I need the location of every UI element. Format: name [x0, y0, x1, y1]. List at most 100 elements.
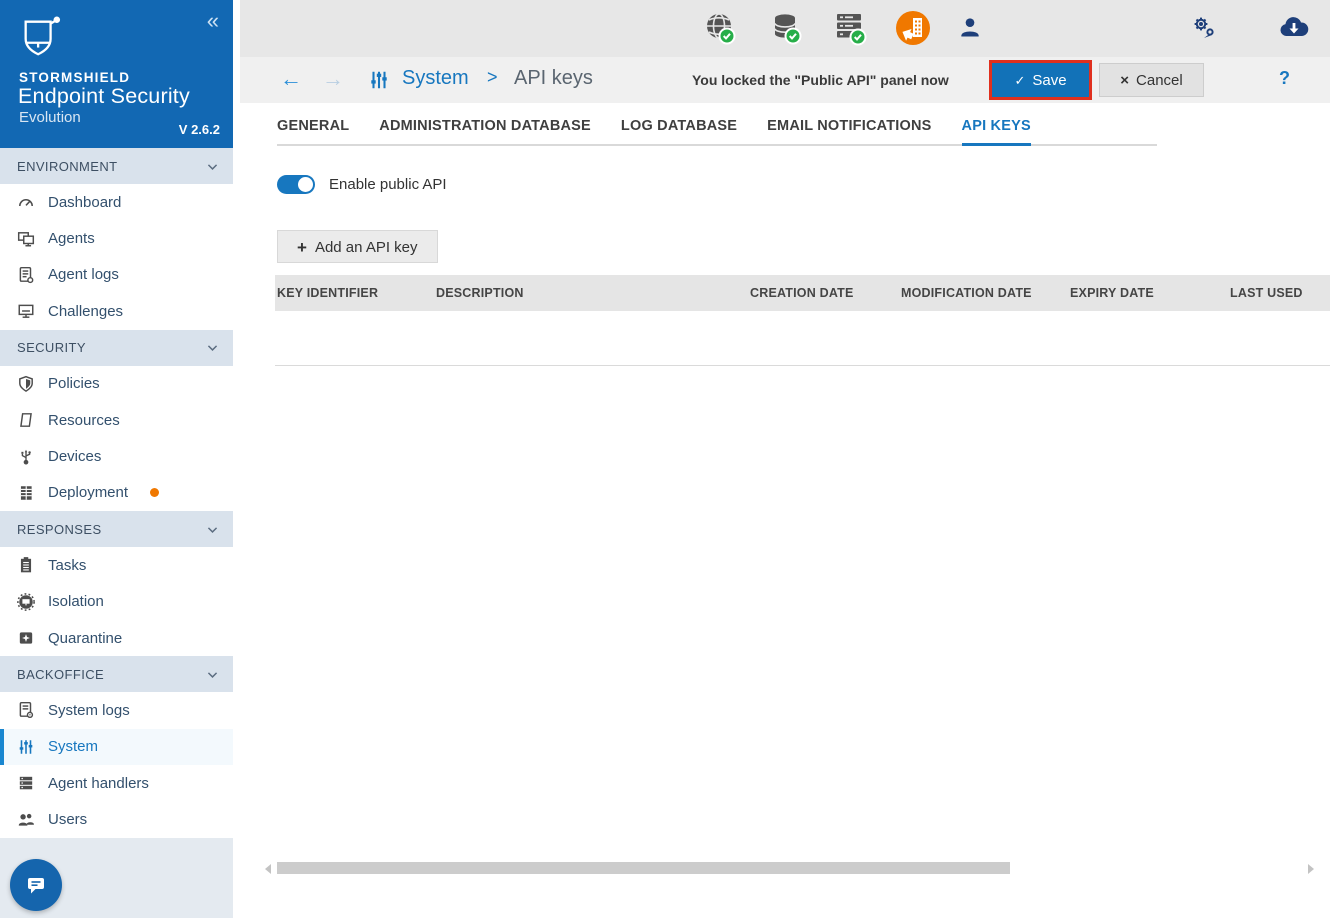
sidebar-item-policies[interactable]: Policies — [0, 365, 233, 402]
column-header-expiry-date[interactable]: EXPIRY DATE — [1070, 286, 1230, 300]
column-header-last-used[interactable]: LAST USED — [1230, 286, 1330, 300]
services-icon[interactable] — [1190, 14, 1218, 42]
dashboard-icon — [17, 193, 35, 211]
section-responses[interactable]: RESPONSES — [0, 511, 233, 548]
breadcrumb-separator: > — [487, 67, 498, 87]
stormshield-logo-icon — [18, 14, 64, 60]
sidebar-item-users[interactable]: Users — [0, 801, 233, 838]
tab-administration-database[interactable]: ADMINISTRATION DATABASE — [379, 118, 591, 146]
agent-logs-icon — [17, 266, 35, 284]
sidebar-item-system[interactable]: System — [0, 728, 233, 766]
sidebar-item-label: Agent logs — [48, 266, 119, 284]
add-api-key-label: Add an API key — [314, 238, 418, 256]
section-label: ENVIRONMENT — [17, 158, 118, 174]
sidebar-item-dashboard[interactable]: Dashboard — [0, 184, 233, 221]
database-status-icon[interactable] — [767, 10, 807, 50]
sidebar-item-label: Dashboard — [48, 193, 122, 211]
chevron-down-icon — [207, 163, 218, 170]
agents-icon — [17, 230, 35, 248]
column-header-creation-date[interactable]: CREATION DATE — [750, 286, 901, 300]
cancel-button[interactable]: × Cancel — [1099, 63, 1204, 97]
sidebar-item-label: Resources — [48, 411, 120, 429]
check-icon: ✓ — [1014, 72, 1026, 88]
brand-edition: Evolution — [19, 109, 81, 126]
scroll-right-arrow[interactable] — [1308, 864, 1314, 874]
brand-product: Endpoint Security — [18, 84, 190, 108]
quarantine-icon — [17, 629, 35, 647]
brand-version: V 2.6.2 — [178, 122, 220, 137]
lock-notification-text: You locked the "Public API" panel now — [692, 72, 949, 88]
section-environment[interactable]: ENVIRONMENT — [0, 148, 233, 184]
chevron-down-icon — [207, 672, 218, 678]
sidebar-item-agent-logs[interactable]: Agent logs — [0, 256, 233, 294]
chat-support-button[interactable] — [10, 859, 62, 911]
devices-icon — [17, 448, 35, 466]
content-panel: GENERAL ADMINISTRATION DATABASE LOG DATA… — [240, 103, 1330, 918]
deployment-pending-dot — [150, 488, 160, 498]
section-label: SECURITY — [17, 340, 86, 356]
resources-icon — [17, 411, 35, 429]
chevron-down-icon — [207, 345, 218, 352]
sidebar-item-devices[interactable]: Devices — [0, 438, 233, 475]
settings-tabs: GENERAL ADMINISTRATION DATABASE LOG DATA… — [277, 118, 1157, 146]
collapse-sidebar-icon[interactable]: « — [207, 8, 219, 34]
internet-status-icon[interactable] — [701, 10, 741, 50]
sidebar: « STORMSHIELD Endpoint Security Evolutio… — [0, 0, 233, 918]
tab-api-keys[interactable]: API KEYS — [961, 118, 1031, 146]
save-button[interactable]: ✓ Save — [992, 63, 1089, 97]
sidebar-item-challenges[interactable]: Challenges — [0, 293, 233, 330]
sidebar-item-isolation[interactable]: Isolation — [0, 583, 233, 620]
users-icon — [17, 811, 35, 829]
help-button[interactable]: ? — [1279, 68, 1290, 89]
breadcrumb-page: API keys — [514, 67, 593, 89]
sidebar-item-tasks[interactable]: Tasks — [0, 547, 233, 584]
deployment-icon — [17, 484, 35, 502]
deployment-pending-icon[interactable] — [894, 9, 932, 47]
server-status-icon[interactable] — [831, 10, 871, 50]
brand-header: « STORMSHIELD Endpoint Security Evolutio… — [0, 0, 233, 148]
system-icon — [17, 738, 35, 756]
sidebar-item-label: System logs — [48, 701, 130, 719]
sidebar-item-resources[interactable]: Resources — [0, 401, 233, 439]
sidebar-item-label: Agent handlers — [48, 774, 149, 792]
brand-company: STORMSHIELD — [19, 70, 131, 85]
add-api-key-button[interactable]: + Add an API key — [277, 230, 438, 263]
system-logs-icon — [17, 701, 35, 719]
tasks-icon — [17, 556, 35, 574]
action-bar: ← → System > API keys You locked the "Pu… — [240, 57, 1330, 103]
sidebar-item-quarantine[interactable]: Quarantine — [0, 619, 233, 657]
section-label: BACKOFFICE — [17, 666, 105, 682]
enable-public-api-toggle[interactable] — [277, 175, 315, 194]
sidebar-item-system-logs[interactable]: System logs — [0, 692, 233, 729]
sidebar-item-label: Isolation — [48, 593, 104, 611]
cloud-download-icon[interactable] — [1278, 13, 1310, 41]
chat-bubble-icon — [24, 873, 48, 897]
horizontal-scrollbar — [265, 862, 1314, 875]
section-security[interactable]: SECURITY — [0, 329, 233, 366]
scroll-left-arrow[interactable] — [265, 864, 271, 874]
close-icon: × — [1120, 71, 1130, 89]
annotation-highlight: ✓ Save — [989, 60, 1092, 100]
app-window: « STORMSHIELD Endpoint Security Evolutio… — [0, 0, 1330, 918]
section-backoffice[interactable]: BACKOFFICE — [0, 656, 233, 693]
sidebar-item-label: Policies — [48, 375, 100, 393]
column-header-description[interactable]: DESCRIPTION — [436, 286, 750, 300]
user-account-icon[interactable] — [957, 14, 983, 40]
tab-email-notifications[interactable]: EMAIL NOTIFICATIONS — [767, 118, 931, 146]
sidebar-item-label: Quarantine — [48, 629, 123, 647]
column-header-key-identifier[interactable]: KEY IDENTIFIER — [275, 286, 436, 300]
breadcrumb-section[interactable]: System — [402, 67, 469, 90]
tab-log-database[interactable]: LOG DATABASE — [621, 118, 737, 146]
back-arrow-icon[interactable]: ← — [280, 66, 302, 92]
sidebar-item-label: Deployment — [48, 484, 129, 502]
column-header-modification-date[interactable]: MODIFICATION DATE — [901, 286, 1070, 300]
sidebar-item-deployment[interactable]: Deployment — [0, 474, 233, 512]
scrollbar-thumb[interactable] — [277, 862, 1010, 874]
sidebar-item-label: Challenges — [48, 302, 124, 320]
tab-general[interactable]: GENERAL — [277, 118, 349, 146]
policies-icon — [17, 375, 35, 393]
system-breadcrumb-icon — [368, 69, 390, 91]
sidebar-item-agent-handlers[interactable]: Agent handlers — [0, 765, 233, 802]
sidebar-item-agents[interactable]: Agents — [0, 220, 233, 257]
api-keys-table: KEY IDENTIFIER DESCRIPTION CREATION DATE… — [275, 275, 1330, 366]
